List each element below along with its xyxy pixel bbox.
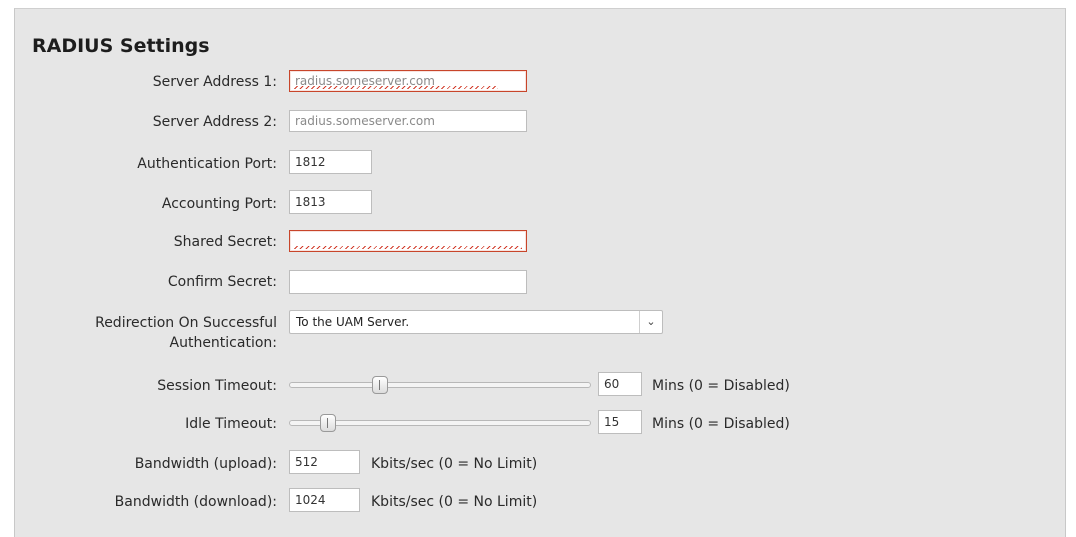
row-accounting-port: Accounting Port: 1813: [15, 189, 1065, 219]
redirection-label-line2: Authentication:: [169, 335, 278, 351]
spellcheck-underline: [294, 86, 498, 89]
row-authentication-port: Authentication Port: 1812: [15, 149, 1065, 179]
server-address-1-input[interactable]: radius.someserver.com: [289, 70, 527, 92]
idle-timeout-label: Idle Timeout:: [185, 416, 277, 432]
idle-timeout-input[interactable]: 15: [598, 410, 642, 434]
redirection-label-line1: Redirection On Successful: [95, 315, 277, 331]
section-title: RADIUS Settings: [32, 35, 210, 57]
bandwidth-upload-label: Bandwidth (upload):: [134, 456, 277, 472]
session-timeout-unit: Mins (0 = Disabled): [652, 378, 790, 394]
row-session-timeout: Session Timeout: 60 Mins (0 = Disabled): [15, 371, 1065, 401]
server-address-2-placeholder: radius.someserver.com: [295, 114, 435, 128]
bandwidth-download-input[interactable]: 1024: [289, 488, 360, 512]
redirection-selected-value: To the UAM Server.: [296, 315, 410, 329]
row-server-address-2: Server Address 2: radius.someserver.com: [15, 107, 1065, 137]
shared-secret-label: Shared Secret:: [173, 234, 277, 250]
session-timeout-input[interactable]: 60: [598, 372, 642, 396]
radius-settings-panel: RADIUS Settings Server Address 1: radius…: [14, 8, 1066, 537]
row-confirm-secret: Confirm Secret:: [15, 267, 1065, 297]
accounting-port-label: Accounting Port:: [161, 196, 277, 212]
idle-timeout-slider-handle[interactable]: [320, 414, 337, 432]
accounting-port-input[interactable]: 1813: [289, 190, 372, 214]
redirection-select[interactable]: To the UAM Server. ⌄: [289, 310, 663, 334]
top-strip: [0, 0, 1076, 8]
authentication-port-label: Authentication Port:: [137, 156, 277, 172]
spellcheck-underline: [294, 246, 522, 249]
server-address-2-label: Server Address 2:: [152, 114, 277, 130]
session-timeout-label: Session Timeout:: [157, 378, 277, 394]
session-timeout-slider-track[interactable]: [289, 382, 591, 388]
bandwidth-upload-input[interactable]: 512: [289, 450, 360, 474]
row-idle-timeout: Idle Timeout: 15 Mins (0 = Disabled): [15, 409, 1065, 439]
bandwidth-upload-unit: Kbits/sec (0 = No Limit): [371, 456, 538, 472]
row-bandwidth-download: Bandwidth (download): 1024 Kbits/sec (0 …: [15, 487, 1065, 517]
row-redirection: Redirection On Successful Authentication…: [15, 310, 1065, 360]
server-address-1-label: Server Address 1:: [152, 74, 277, 90]
shared-secret-input[interactable]: [289, 230, 527, 252]
authentication-port-input[interactable]: 1812: [289, 150, 372, 174]
confirm-secret-label: Confirm Secret:: [167, 274, 277, 290]
session-timeout-slider-handle[interactable]: [371, 376, 388, 394]
row-bandwidth-upload: Bandwidth (upload): 512 Kbits/sec (0 = N…: [15, 449, 1065, 479]
bandwidth-download-label: Bandwidth (download):: [114, 494, 277, 510]
chevron-down-icon[interactable]: ⌄: [639, 311, 662, 333]
row-shared-secret: Shared Secret:: [15, 227, 1065, 257]
confirm-secret-input[interactable]: [289, 270, 527, 294]
row-server-address-1: Server Address 1: radius.someserver.com: [15, 67, 1065, 97]
idle-timeout-unit: Mins (0 = Disabled): [652, 416, 790, 432]
bandwidth-download-unit: Kbits/sec (0 = No Limit): [371, 494, 538, 510]
server-address-2-input[interactable]: radius.someserver.com: [289, 110, 527, 132]
